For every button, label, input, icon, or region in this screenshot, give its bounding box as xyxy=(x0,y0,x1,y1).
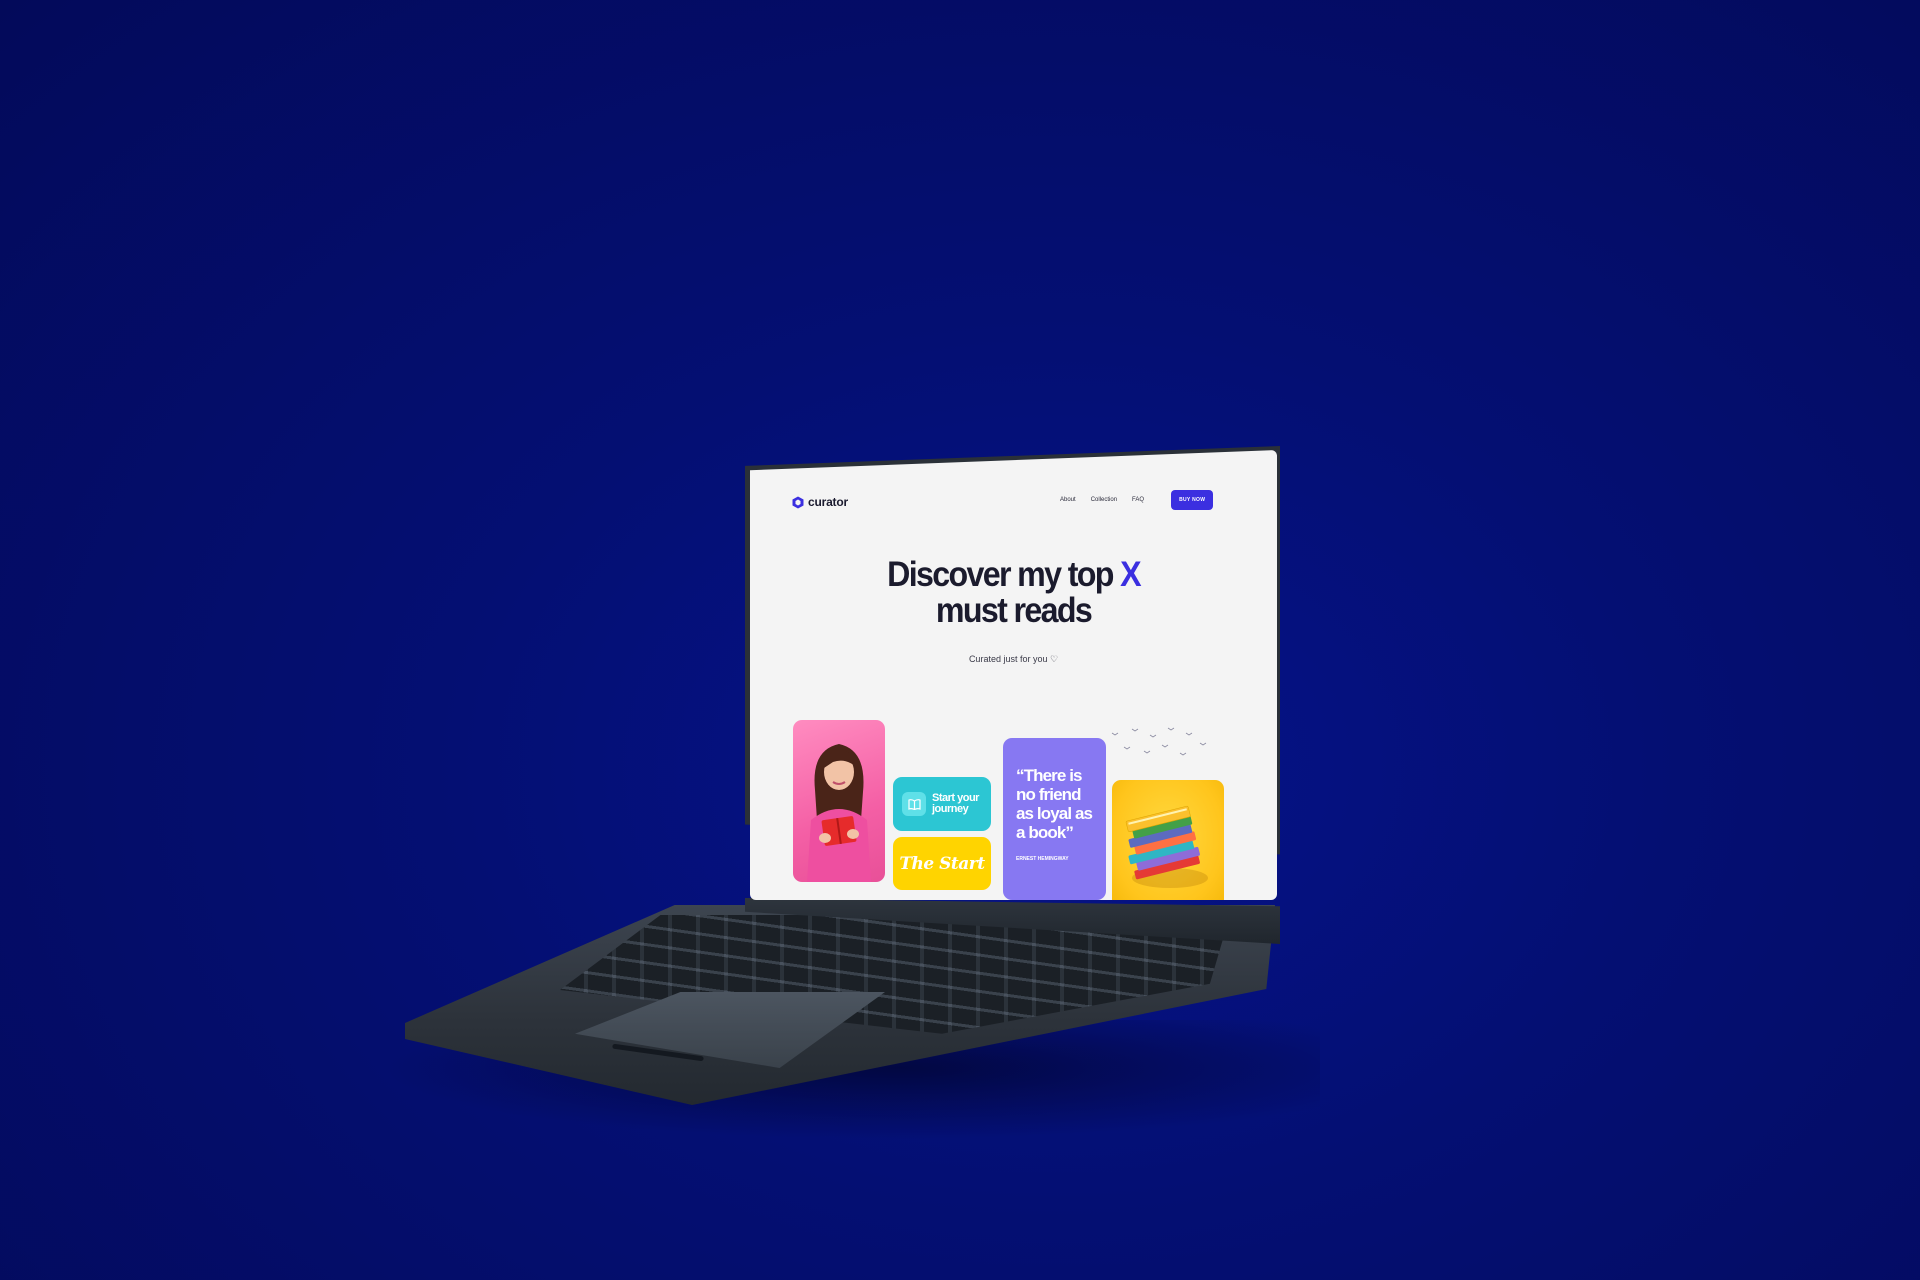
quote-card: “There is no friend as loyal as a book” … xyxy=(1003,738,1106,900)
the-start-card[interactable]: The Start xyxy=(893,837,991,890)
buy-now-button[interactable]: BUY NOW xyxy=(1171,490,1214,510)
birds-icon xyxy=(1111,727,1207,756)
start-journey-label: Start your journey xyxy=(932,792,979,815)
hero-title: Discover my top X must reads xyxy=(771,557,1256,629)
hero-title-accent: X xyxy=(1120,555,1141,594)
quote-author: ERNEST HEMINGWAY xyxy=(1016,856,1069,862)
hexagon-logo-icon xyxy=(792,496,804,508)
site-logo[interactable]: curator xyxy=(792,495,848,509)
logo-text: curator xyxy=(808,495,848,509)
nav-link-faq[interactable]: FAQ xyxy=(1132,497,1144,503)
laptop-screen: curator About Collection FAQ BUY NOW Dis… xyxy=(750,450,1277,900)
reader-photo-card[interactable] xyxy=(793,720,885,882)
hero-subtitle: Curated just for you ♡ xyxy=(968,654,1059,664)
hero-title-line1: Discover my top xyxy=(887,555,1121,594)
books-stack-card[interactable] xyxy=(1112,780,1224,900)
woman-reading-illustration xyxy=(807,744,871,882)
quote-text: “There is no friend as loyal as a book” xyxy=(1016,766,1093,842)
book-stack-illustration xyxy=(1125,805,1208,888)
open-book-icon xyxy=(902,792,926,816)
start-journey-card[interactable]: Start your journey xyxy=(893,777,991,831)
nav-link-collection[interactable]: Collection xyxy=(1091,497,1117,503)
hero-title-line2: must reads xyxy=(935,591,1093,630)
mockup-stage: curator About Collection FAQ BUY NOW Dis… xyxy=(0,0,1920,1280)
site-nav: About Collection FAQ BUY NOW xyxy=(1060,490,1214,510)
the-start-label: The Start xyxy=(899,853,985,874)
nav-link-about[interactable]: About xyxy=(1060,497,1076,503)
